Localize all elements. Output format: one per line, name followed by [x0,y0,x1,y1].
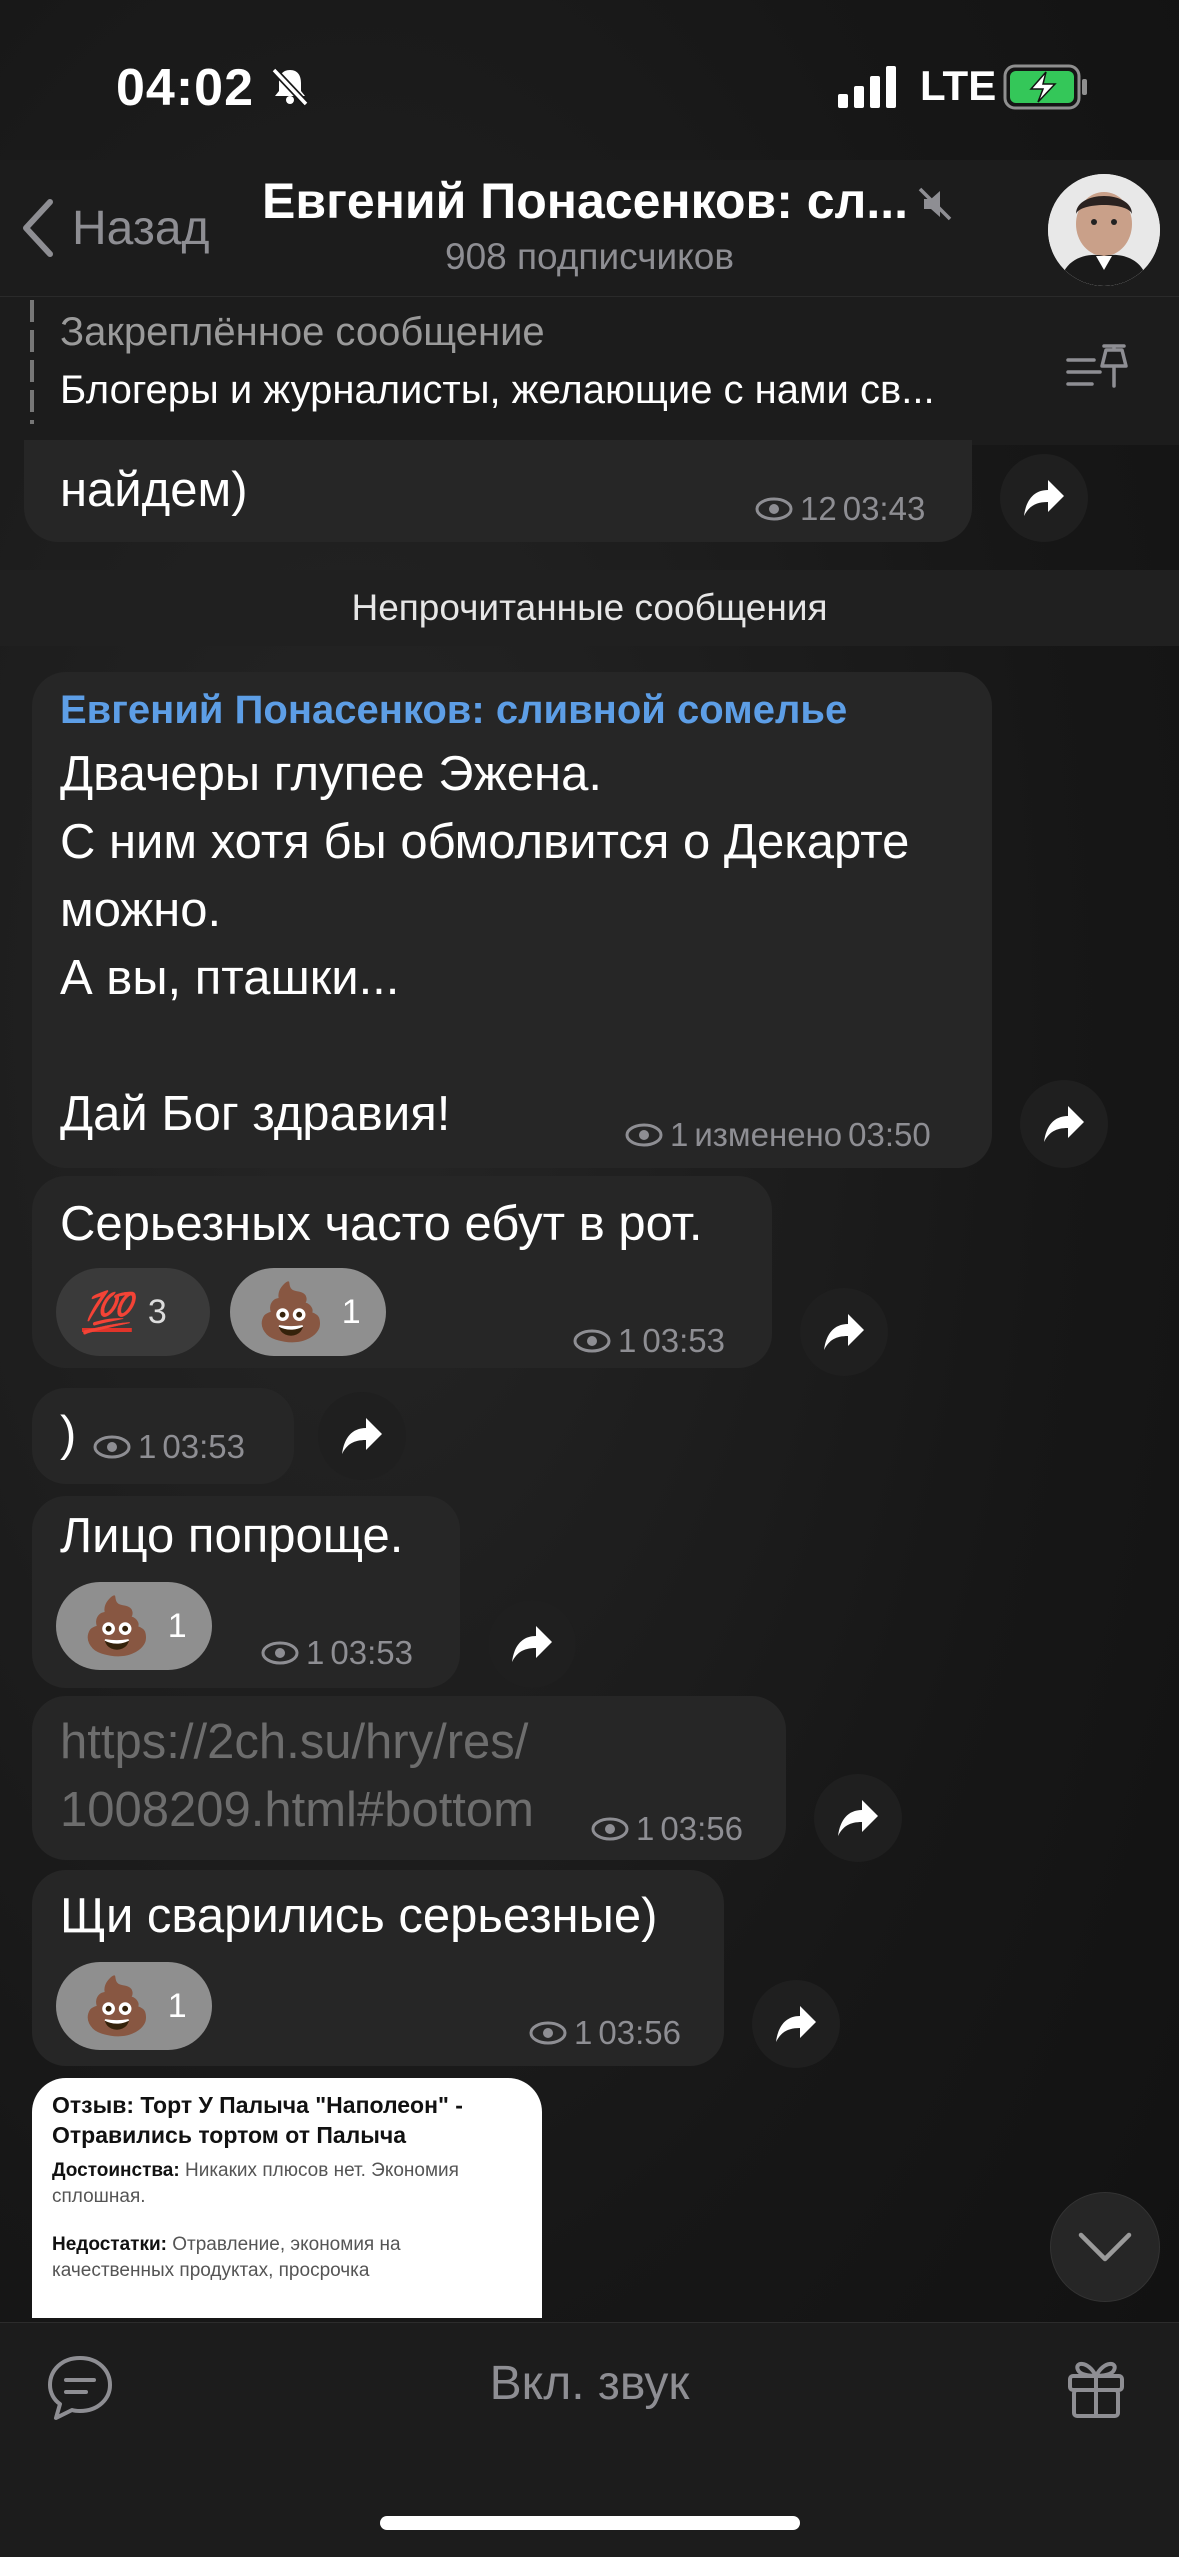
reaction-count: 1 [341,1292,361,1331]
views-icon [261,1641,299,1665]
chevron-down-icon [1078,2232,1132,2262]
share-button[interactable] [814,1774,902,1862]
pinned-text: Блогеры и журналисты, желающие с нами св… [60,368,935,412]
chat-title[interactable]: Евгений Понасенков: сл... [262,172,942,230]
home-indicator[interactable] [380,2516,800,2530]
message-time: 03:50 [848,1116,931,1153]
sender-name[interactable]: Евгений Понасенков: сливной сомелье [60,688,847,733]
preview-pros-label: Достоинства: [52,2160,180,2181]
preview-pros: Достоинства: Никаких плюсов нет. Экономи… [52,2158,522,2210]
share-button[interactable] [1020,1080,1108,1168]
network-type: LTE [920,62,997,109]
message-time: 03:56 [660,1810,743,1847]
reaction-poop[interactable]: 💩 1 [56,1962,212,2050]
message-time: 03:53 [642,1322,725,1359]
message-meta: 1 03:53 [92,1428,245,1466]
preview-title: Отзыв: Торт У Палыча "Наполеон" - Отрави… [52,2092,463,2148]
pinned-indicator [30,300,34,424]
reaction-count: 1 [167,1606,187,1645]
preview-cons-label: Недостатки: [52,2234,167,2255]
share-button[interactable] [1000,454,1088,542]
views-icon [591,1817,629,1841]
message-text: Щи сварились серьезные) [60,1889,658,1943]
reaction-poop[interactable]: 💩 1 [56,1582,212,1670]
muted-speaker-icon [918,187,952,221]
views-count: 12 [800,490,837,527]
share-arrow-icon [1024,480,1064,516]
views-count: 1 [574,2014,593,2051]
channel-avatar[interactable] [1048,174,1160,286]
share-arrow-icon [776,2006,816,2042]
message-meta: 1 03:53 [260,1634,413,1672]
views-icon [625,1123,663,1147]
edited-label: изменено [694,1116,843,1153]
reaction-count: 3 [147,1292,167,1331]
scroll-to-bottom-button[interactable] [1050,2192,1160,2302]
message-meta: 1 изменено 03:50 [624,1116,931,1154]
link-text[interactable]: https://2ch.su/hry/res/ 1008209.html#bot… [60,1708,534,1844]
views-icon [93,1435,131,1459]
message-text: ) [60,1407,77,1461]
message-time: 03:53 [162,1428,245,1465]
share-button[interactable] [488,1600,576,1688]
message-time: 03:53 [330,1634,413,1671]
views-count: 1 [138,1428,157,1465]
message-text: найдем) [60,463,248,517]
views-icon [573,1329,611,1353]
message-text: Двачеры глупее Эжена. С ним хотя бы обмо… [60,747,910,1141]
message-meta: 12 03:43 [754,490,925,528]
unread-divider: Непрочитанные сообщения [0,570,1179,646]
share-arrow-icon [1044,1106,1084,1142]
share-arrow-icon [342,1418,382,1454]
review-image-preview[interactable]: Отзыв: Торт У Палыча "Наполеон" - Отрави… [32,2078,542,2318]
views-count: 1 [306,1634,325,1671]
subscriber-count: 908 подписчиков [445,236,734,277]
status-time: 04:02 [116,59,254,117]
preview-cons: Недостатки: Отравление, экономия на каче… [52,2232,522,2284]
message-meta: 1 03:53 [572,1322,725,1360]
share-button[interactable] [752,1980,840,2068]
message-text: Лицо попроще. [60,1509,404,1563]
gift-icon[interactable] [1064,2350,1128,2420]
views-icon [529,2021,567,2045]
poop-emoji: 💩 [82,1594,152,1657]
cellular-signal-icon [838,66,896,108]
hundred-points-emoji: 💯 [82,1289,132,1336]
share-button[interactable] [800,1288,888,1376]
message-meta: 1 03:56 [590,1810,743,1848]
bell-muted-icon [271,67,309,107]
message-meta: 1 03:56 [528,2014,681,2052]
poop-emoji: 💩 [82,1974,152,2037]
share-arrow-icon [512,1626,552,1662]
message-text: Серьезных часто ебут в рот. [60,1197,703,1251]
views-count: 1 [636,1810,655,1847]
battery-charging-icon [1003,64,1087,110]
views-icon [755,497,793,521]
share-arrow-icon [838,1800,878,1836]
pinned-list-icon[interactable] [1066,340,1132,396]
views-count: 1 [618,1322,637,1359]
reaction-100[interactable]: 💯 3 [56,1268,210,1356]
pinned-title: Закреплённое сообщение [60,310,545,354]
message-time: 03:56 [598,2014,681,2051]
poop-emoji: 💩 [256,1280,326,1343]
reaction-poop[interactable]: 💩 1 [230,1268,386,1356]
reaction-count: 1 [167,1986,187,2025]
unmute-button[interactable]: Вкл. звук [0,2356,1179,2411]
views-count: 1 [670,1116,689,1153]
share-arrow-icon [824,1314,864,1350]
message-time: 03:43 [842,490,926,527]
share-button[interactable] [318,1392,406,1480]
